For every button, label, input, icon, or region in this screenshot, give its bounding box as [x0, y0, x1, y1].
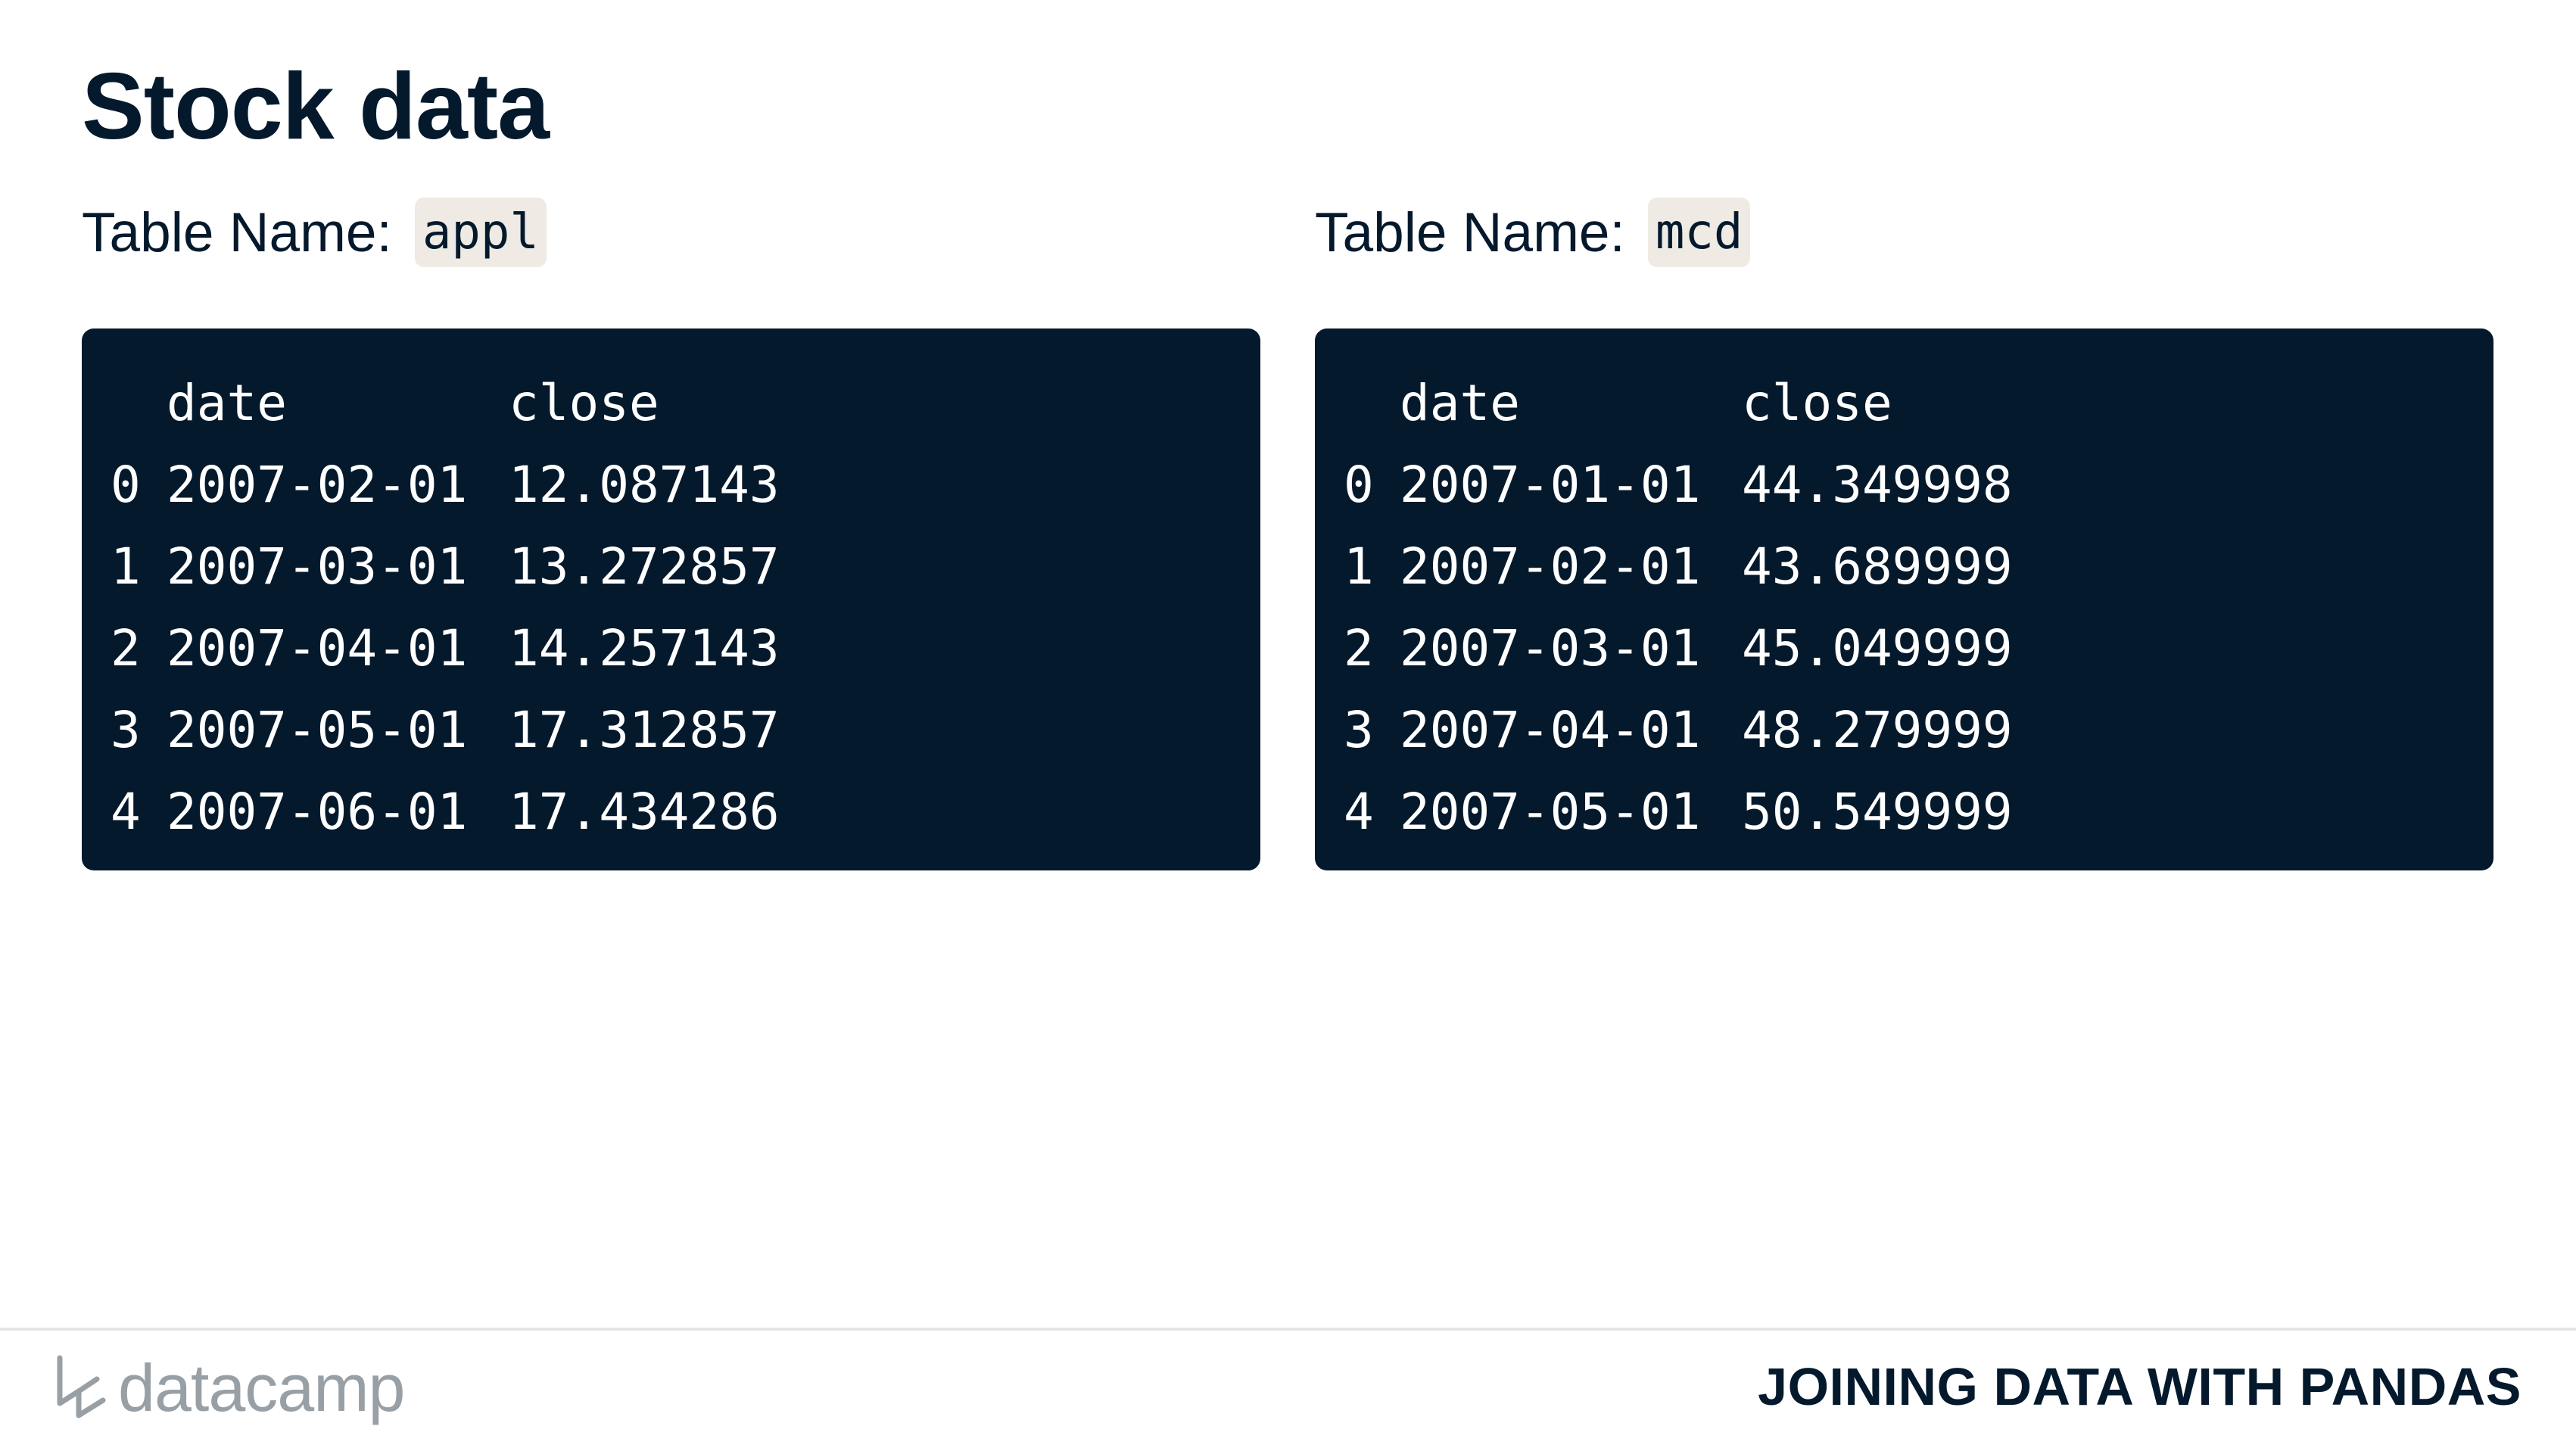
table-name-label: Table Name:: [1315, 201, 1625, 263]
table-row: 4 2007-05-01 50.549999: [1344, 771, 2493, 852]
table-name-code: appl: [414, 197, 547, 268]
row-index: 1: [1344, 537, 1374, 596]
date-cell: 2007-03-01: [1400, 618, 1701, 677]
date-cell: 2007-04-01: [167, 618, 468, 677]
close-cell: 17.434286: [509, 782, 780, 841]
table-name-row: Table Name: appl: [82, 195, 1260, 269]
table-name-code: mcd: [1647, 197, 1751, 268]
close-column-header: close: [509, 373, 659, 432]
table-row: 3 2007-04-01 48.279999: [1344, 689, 2493, 771]
close-cell: 45.049999: [1742, 618, 2013, 677]
dataframe-output: date close 0 2007-02-01 12.087143 1 2007…: [82, 328, 1260, 870]
course-title: JOINING DATA WITH PANDAS: [1758, 1357, 2521, 1416]
close-cell: 48.279999: [1742, 700, 2013, 759]
close-cell: 13.272857: [509, 537, 780, 596]
row-index: 0: [111, 455, 141, 514]
row-index: 4: [111, 782, 141, 841]
row-index: 2: [111, 618, 141, 677]
slide-title: Stock data: [82, 54, 550, 159]
table-name-row: Table Name: mcd: [1315, 195, 2493, 269]
table-panel-mcd: Table Name: mcd date close 0 2007-01-01 …: [1315, 195, 2493, 870]
date-column-header: date: [1400, 373, 1520, 432]
date-cell: 2007-03-01: [167, 537, 468, 596]
brand-name: datacamp: [118, 1350, 405, 1425]
table-header-row: date close: [111, 362, 1260, 444]
row-index: 4: [1344, 782, 1374, 841]
table-row: 2 2007-04-01 14.257143: [111, 607, 1260, 689]
table-header-row: date close: [1344, 362, 2493, 444]
close-cell: 12.087143: [509, 455, 780, 514]
table-row: 4 2007-06-01 17.434286: [111, 771, 1260, 852]
close-cell: 44.349998: [1742, 455, 2013, 514]
row-index: 3: [111, 700, 141, 759]
table-panel-appl: Table Name: appl date close 0 2007-02-01…: [82, 195, 1260, 870]
dataframe-output: date close 0 2007-01-01 44.349998 1 2007…: [1315, 328, 2493, 870]
date-cell: 2007-02-01: [1400, 537, 1701, 596]
date-cell: 2007-01-01: [1400, 455, 1701, 514]
table-name-label: Table Name:: [82, 201, 392, 263]
datacamp-logo-icon: [53, 1350, 109, 1427]
row-index: 1: [111, 537, 141, 596]
row-index: 3: [1344, 700, 1374, 759]
table-row: 1 2007-03-01 13.272857: [111, 525, 1260, 607]
datacamp-brand: datacamp: [53, 1350, 405, 1427]
close-cell: 50.549999: [1742, 782, 2013, 841]
table-row: 0 2007-01-01 44.349998: [1344, 444, 2493, 525]
date-cell: 2007-02-01: [167, 455, 468, 514]
table-row: 1 2007-02-01 43.689999: [1344, 525, 2493, 607]
close-cell: 17.312857: [509, 700, 780, 759]
close-column-header: close: [1742, 373, 1892, 432]
row-index: 0: [1344, 455, 1374, 514]
table-row: 3 2007-05-01 17.312857: [111, 689, 1260, 771]
row-index: 2: [1344, 618, 1374, 677]
table-row: 0 2007-02-01 12.087143: [111, 444, 1260, 525]
date-cell: 2007-04-01: [1400, 700, 1701, 759]
footer-divider: [0, 1328, 2576, 1331]
date-cell: 2007-05-01: [1400, 782, 1701, 841]
date-cell: 2007-06-01: [167, 782, 468, 841]
close-cell: 43.689999: [1742, 537, 2013, 596]
date-cell: 2007-05-01: [167, 700, 468, 759]
close-cell: 14.257143: [509, 618, 780, 677]
table-row: 2 2007-03-01 45.049999: [1344, 607, 2493, 689]
date-column-header: date: [167, 373, 287, 432]
